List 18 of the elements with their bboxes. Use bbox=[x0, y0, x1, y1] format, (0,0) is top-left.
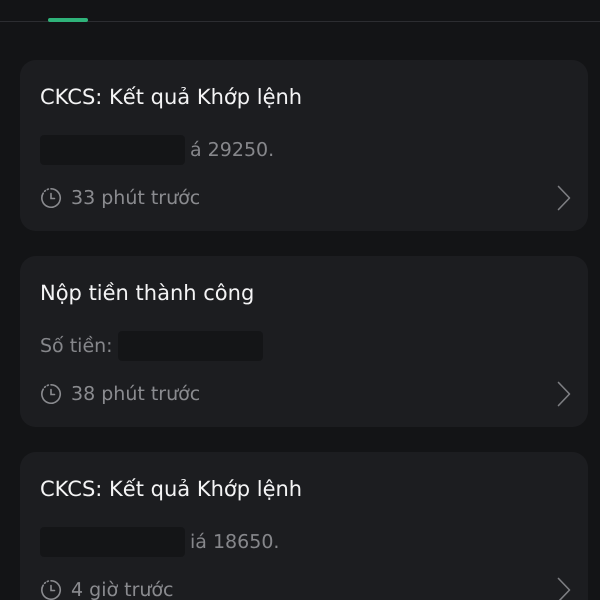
timestamp: 38 phút trước bbox=[71, 383, 200, 405]
notification-body: Số tiền: bbox=[40, 334, 113, 359]
notification-card[interactable]: CKCS: Kết quả Khớp lệnh á 29250. 33 phút trước bbox=[20, 60, 588, 231]
clock-icon bbox=[40, 383, 62, 405]
notification-body: iá 18650. bbox=[190, 530, 280, 555]
notification-card[interactable]: CKCS: Kết quả Khớp lệnh iá 18650. 4 giờ trước bbox=[20, 452, 588, 600]
chevron-right-icon bbox=[557, 577, 571, 600]
notification-title: CKCS: Kết quả Khớp lệnh bbox=[40, 84, 302, 110]
notification-card[interactable]: Nộp tiền thành công Số tiền: 38 phút trước bbox=[20, 256, 588, 427]
notification-title: Nộp tiền thành công bbox=[40, 280, 254, 306]
timestamp: 4 giờ trước bbox=[71, 579, 174, 600]
clock-icon bbox=[40, 187, 62, 209]
notification-title: CKCS: Kết quả Khớp lệnh bbox=[40, 476, 302, 502]
timestamp: 33 phút trước bbox=[71, 187, 200, 209]
clock-icon bbox=[40, 579, 62, 600]
notification-body: á 29250. bbox=[190, 138, 274, 163]
chevron-right-icon bbox=[557, 381, 571, 407]
chevron-right-icon bbox=[557, 185, 571, 211]
